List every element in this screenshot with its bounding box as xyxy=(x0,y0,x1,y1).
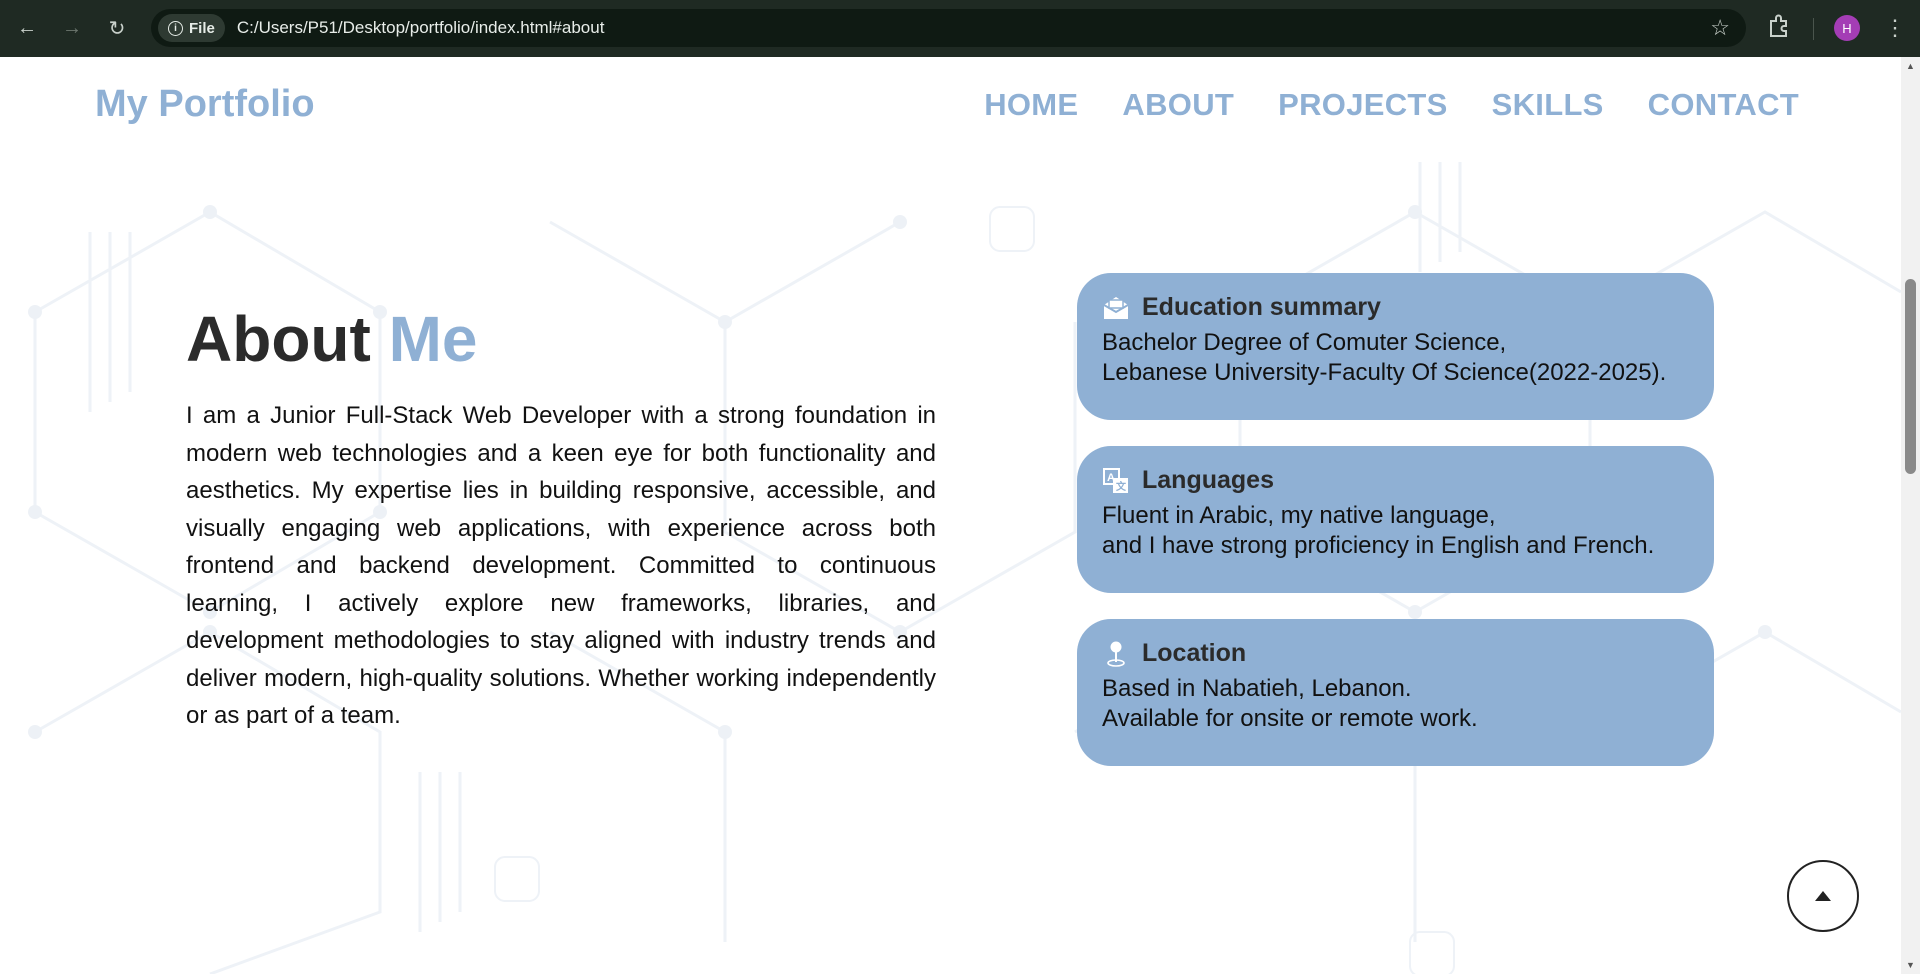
forward-icon[interactable]: → xyxy=(57,13,87,43)
scroll-up-arrow-icon[interactable]: ▲ xyxy=(1906,61,1915,71)
extensions-icon[interactable] xyxy=(1767,13,1791,44)
envelope-icon xyxy=(1102,294,1130,322)
nav-projects[interactable]: PROJECTS xyxy=(1278,87,1448,123)
nav-home[interactable]: HOME xyxy=(984,87,1078,123)
svg-text:文: 文 xyxy=(1116,480,1127,493)
nav-skills[interactable]: SKILLS xyxy=(1492,87,1604,123)
card-line: Lebanese University-Faculty Of Science(2… xyxy=(1102,359,1667,386)
file-chip-label: File xyxy=(189,19,215,37)
page-scrollbar[interactable]: ▲ ▼ xyxy=(1901,57,1920,974)
kebab-menu-icon[interactable]: ⋮ xyxy=(1884,15,1906,41)
location-card: Location Based in Nabatieh, Lebanon. Ava… xyxy=(1077,619,1714,766)
languages-card: A文 Languages Fluent in Arabic, my native… xyxy=(1077,446,1714,593)
caret-up-icon xyxy=(1815,891,1831,901)
translate-icon: A文 xyxy=(1102,467,1130,495)
address-bar[interactable]: i File C:/Users/P51/Desktop/portfolio/in… xyxy=(151,9,1746,47)
info-icon: i xyxy=(168,20,183,36)
browser-toolbar: ← → ↻ i File C:/Users/P51/Desktop/portfo… xyxy=(0,0,1920,57)
card-line: Fluent in Arabic, my native language, xyxy=(1102,502,1496,529)
card-title: Location xyxy=(1142,639,1247,667)
about-heading-main: About xyxy=(186,303,371,375)
card-line: and I have strong proficiency in English… xyxy=(1102,532,1655,559)
card-line: Available for onsite or remote work. xyxy=(1102,705,1478,732)
card-line: Bachelor Degree of Comuter Science, xyxy=(1102,329,1507,356)
back-icon[interactable]: ← xyxy=(12,13,42,43)
site-info-chip[interactable]: i File xyxy=(158,14,225,42)
about-heading-accent: Me xyxy=(388,303,478,375)
toolbar-divider xyxy=(1813,18,1814,40)
card-title: Languages xyxy=(1142,466,1274,494)
url-text[interactable]: C:/Users/P51/Desktop/portfolio/index.htm… xyxy=(237,18,605,38)
nav-about[interactable]: ABOUT xyxy=(1122,87,1234,123)
about-heading: About Me xyxy=(186,302,478,376)
card-title: Education summary xyxy=(1142,293,1381,321)
main-nav: HOME ABOUT PROJECTS SKILLS CONTACT xyxy=(984,87,1799,123)
about-description: I am a Junior Full-Stack Web Developer w… xyxy=(186,402,936,729)
webpage: My Portfolio HOME ABOUT PROJECTS SKILLS … xyxy=(0,57,1901,974)
scroll-down-arrow-icon[interactable]: ▼ xyxy=(1906,960,1915,970)
scroll-to-top-button[interactable] xyxy=(1787,860,1859,932)
scrollbar-thumb[interactable] xyxy=(1905,279,1916,474)
nav-contact[interactable]: CONTACT xyxy=(1648,87,1799,123)
site-header: My Portfolio HOME ABOUT PROJECTS SKILLS … xyxy=(0,57,1901,152)
card-line: Based in Nabatieh, Lebanon. xyxy=(1102,675,1412,702)
map-pin-icon xyxy=(1102,640,1130,668)
reload-icon[interactable]: ↻ xyxy=(102,13,132,43)
site-logo[interactable]: My Portfolio xyxy=(95,83,315,126)
education-card: Education summary Bachelor Degree of Com… xyxy=(1077,273,1714,420)
profile-avatar[interactable]: H xyxy=(1834,15,1860,41)
bookmark-star-icon[interactable]: ☆ xyxy=(1710,15,1730,41)
